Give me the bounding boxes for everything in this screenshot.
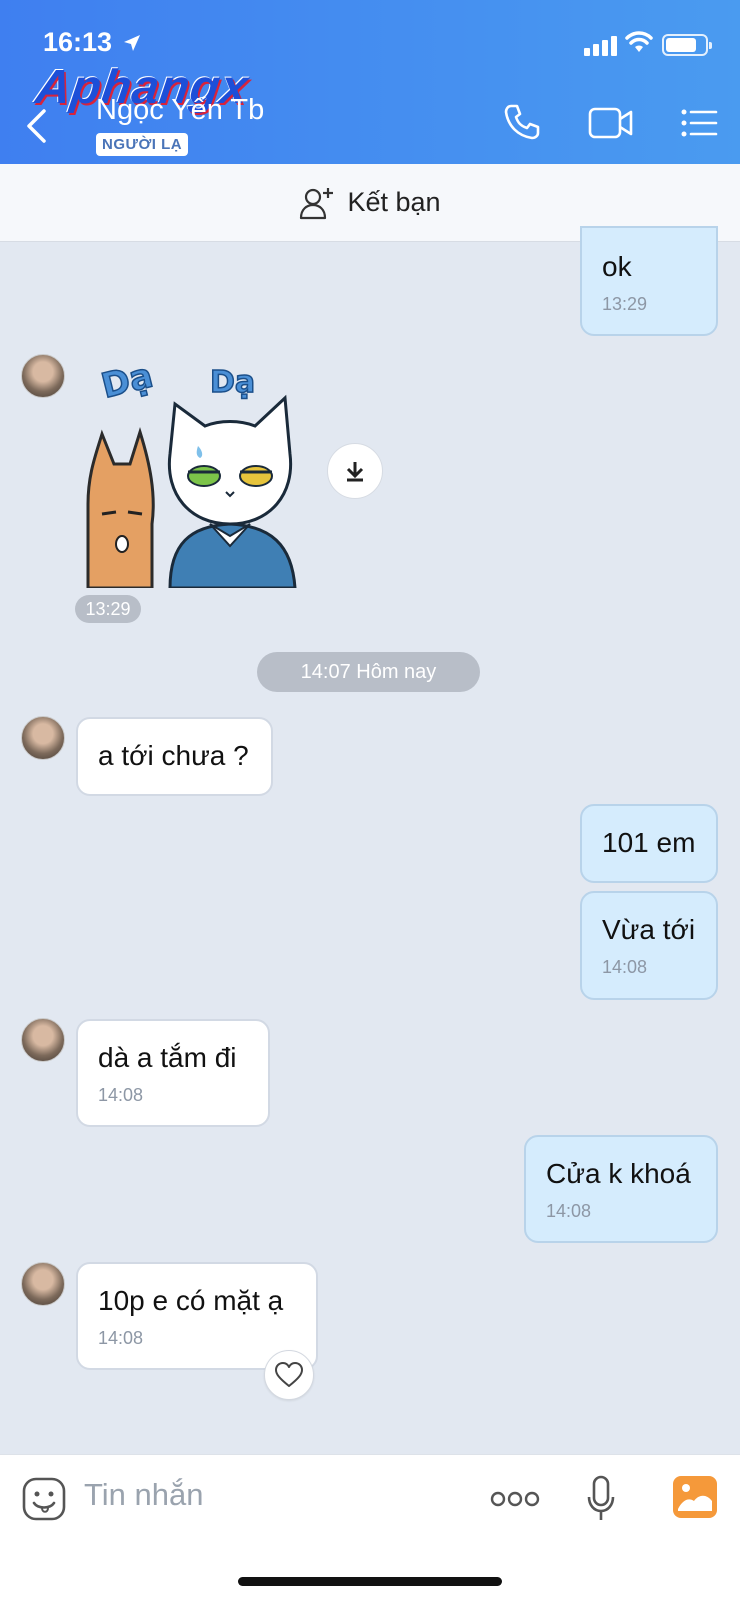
message-time: 14:08: [98, 1085, 144, 1105]
more-options-icon[interactable]: [490, 1489, 540, 1509]
emoji-sticker-icon[interactable]: [22, 1477, 66, 1521]
message-bubble-outgoing[interactable]: Cửa k khoá 14:08: [524, 1135, 718, 1243]
contact-name[interactable]: Ngọc Yến Tb: [96, 94, 264, 127]
download-sticker-button[interactable]: [327, 443, 383, 499]
message-bubble-outgoing[interactable]: 101 em: [580, 804, 718, 883]
contact-avatar[interactable]: [21, 1262, 65, 1306]
message-bubble-outgoing[interactable]: Vừa tới 14:08: [580, 891, 718, 1000]
message-text: ok: [602, 251, 632, 282]
date-divider: 14:07 Hôm nay: [257, 652, 480, 692]
sticker-text: Dạ: [97, 356, 156, 407]
image-gallery-icon[interactable]: [672, 1475, 718, 1519]
message-bubble-outgoing[interactable]: ok 13:29: [580, 226, 718, 336]
stranger-badge: NGƯỜI LẠ: [96, 133, 189, 156]
video-call-icon[interactable]: [588, 106, 634, 140]
contact-avatar[interactable]: [21, 354, 65, 398]
message-text: a tới chưa ?: [98, 740, 249, 771]
phone-call-icon[interactable]: [502, 102, 542, 142]
message-bubble-incoming[interactable]: a tới chưa ?: [76, 717, 273, 796]
home-indicator: [238, 1577, 502, 1586]
message-text: Cửa k khoá: [546, 1158, 691, 1189]
message-text: 101 em: [602, 827, 696, 858]
heart-icon: [275, 1362, 303, 1387]
sticker-time: 13:29: [75, 595, 141, 623]
message-text: dà a tắm đi: [98, 1042, 237, 1073]
message-time: 14:08: [546, 1201, 592, 1221]
status-time: 16:13: [43, 27, 113, 57]
message-time: 14:08: [602, 957, 648, 977]
wifi-icon: [625, 31, 653, 52]
contact-avatar[interactable]: [21, 1018, 65, 1062]
message-time: 14:08: [98, 1328, 144, 1348]
microphone-icon[interactable]: [586, 1475, 616, 1523]
location-arrow-icon: [124, 35, 140, 51]
message-text: Vừa tới: [602, 914, 696, 945]
add-friend-label: Kết bạn: [347, 187, 441, 217]
menu-list-icon[interactable]: [680, 108, 718, 138]
contact-avatar[interactable]: [21, 716, 65, 760]
sticker-image[interactable]: Dạ Dạ: [80, 354, 310, 588]
signal-icon: [584, 36, 617, 56]
add-friend-icon: [300, 187, 334, 219]
sticker-text: Dạ: [210, 365, 255, 400]
back-icon[interactable]: [24, 108, 48, 144]
chat-header: 16:13 Aphangx Ngọc Yến Tb NGƯỜI LẠ: [0, 0, 740, 164]
message-time: 13:29: [602, 294, 648, 314]
message-input[interactable]: Tin nhắn: [84, 1477, 204, 1513]
message-bubble-incoming[interactable]: dà a tắm đi 14:08: [76, 1019, 270, 1127]
message-text: 10p e có mặt ạ: [98, 1285, 284, 1316]
download-icon: [346, 462, 364, 482]
battery-icon: [662, 34, 712, 56]
react-heart-button[interactable]: [264, 1350, 314, 1400]
